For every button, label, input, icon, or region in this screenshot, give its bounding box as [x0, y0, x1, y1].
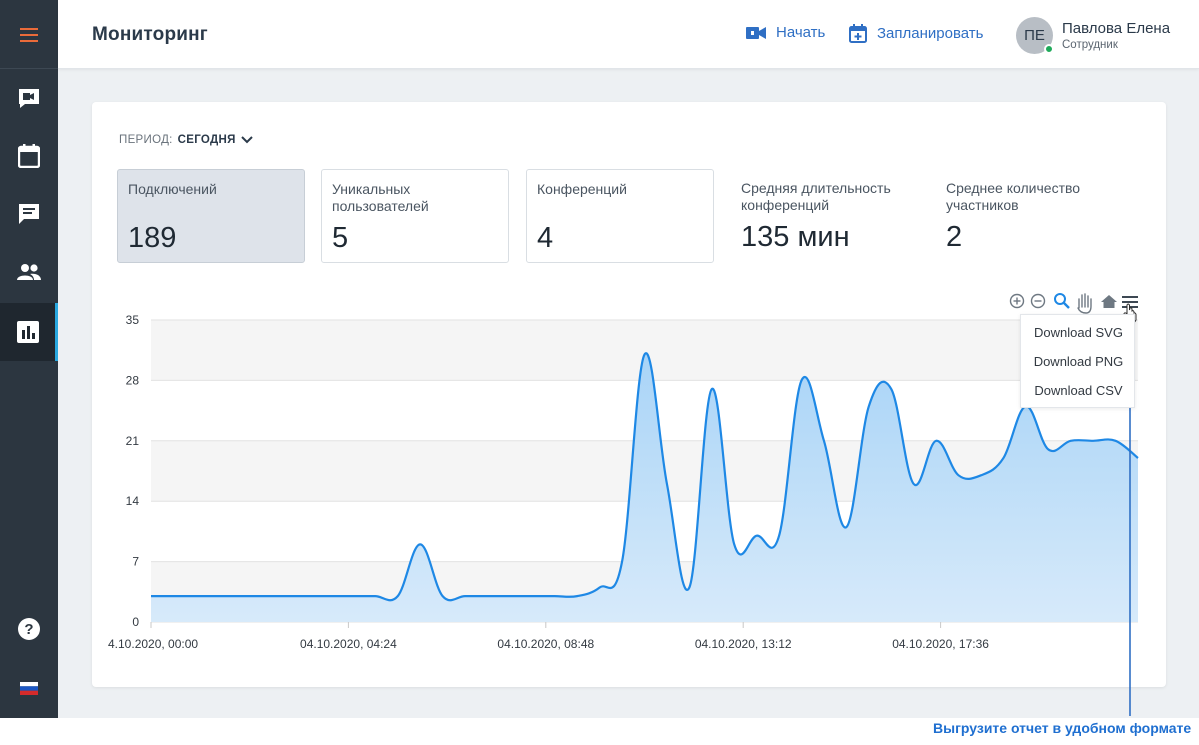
- annotation-text: Выгрузите отчет в удобном формате: [933, 720, 1192, 736]
- download-svg-option[interactable]: Download SVG: [1021, 318, 1136, 347]
- y-tick-label: 28: [126, 373, 140, 387]
- y-tick-label: 14: [126, 494, 140, 508]
- y-tick-label: 35: [126, 313, 140, 327]
- zoom-in-icon[interactable]: [1009, 293, 1025, 309]
- home-reset-icon[interactable]: [1101, 295, 1117, 308]
- y-tick-label: 21: [126, 434, 140, 448]
- y-tick-label: 7: [132, 555, 139, 569]
- x-tick-label: 04.10.2020, 17:36: [892, 637, 989, 651]
- x-tick-label: 4.10.2020, 00:00: [108, 637, 198, 651]
- magnifier-zoom-icon[interactable]: [1054, 293, 1070, 309]
- download-csv-option[interactable]: Download CSV: [1021, 376, 1136, 405]
- x-tick-label: 04.10.2020, 08:48: [497, 637, 594, 651]
- download-png-option[interactable]: Download PNG: [1021, 347, 1136, 376]
- export-menu: Download SVG Download PNG Download CSV: [1020, 314, 1135, 408]
- x-tick-label: 04.10.2020, 13:12: [695, 637, 792, 651]
- y-tick-label: 0: [132, 615, 139, 629]
- x-tick-label: 04.10.2020, 04:24: [300, 637, 397, 651]
- pan-hand-icon[interactable]: [1077, 293, 1092, 314]
- zoom-out-icon[interactable]: [1030, 293, 1046, 309]
